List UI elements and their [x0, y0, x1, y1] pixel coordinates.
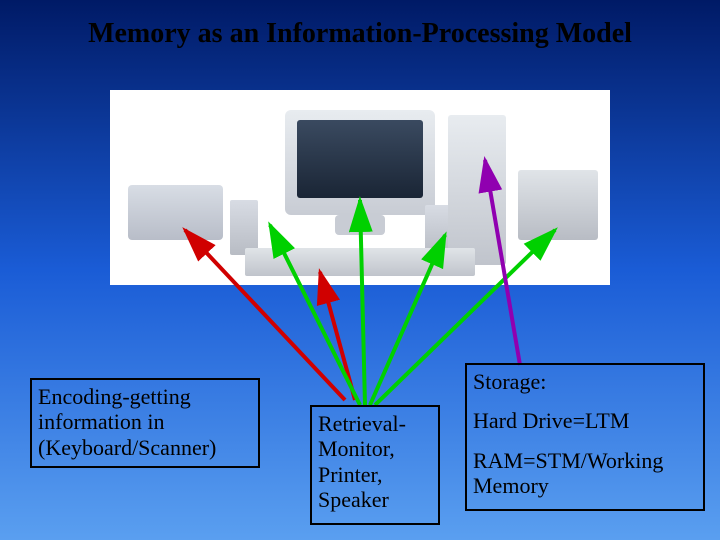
storage-line1: Storage: [473, 369, 697, 394]
retrieval-box: Retrieval- Monitor, Printer, Speaker [310, 405, 440, 525]
encoding-line2: information in [38, 409, 252, 434]
monitor-screen-icon [297, 120, 423, 198]
retrieval-line1: Retrieval- [318, 411, 432, 436]
storage-box: Storage: Hard Drive=LTM RAM=STM/Working … [465, 363, 705, 511]
storage-line2: Hard Drive=LTM [473, 408, 697, 433]
retrieval-line4: Speaker [318, 487, 432, 512]
encoding-line1: Encoding-getting [38, 384, 252, 409]
storage-line3: RAM=STM/Working [473, 448, 697, 473]
retrieval-line2: Monitor, [318, 436, 432, 461]
computer-illustration [110, 90, 610, 285]
storage-line4: Memory [473, 473, 697, 498]
monitor-icon [285, 110, 435, 215]
tower-icon [448, 115, 506, 265]
printer-icon [518, 170, 598, 240]
scanner-icon [128, 185, 223, 240]
encoding-line3: (Keyboard/Scanner) [38, 435, 252, 460]
arrow-encoding-2 [320, 272, 355, 400]
keyboard-icon [245, 248, 475, 276]
encoding-box: Encoding-getting information in (Keyboar… [30, 378, 260, 468]
speaker-left-icon [230, 200, 258, 255]
monitor-stand-icon [335, 215, 385, 235]
slide-title: Memory as an Information-Processing Mode… [0, 18, 720, 50]
retrieval-line3: Printer, [318, 462, 432, 487]
